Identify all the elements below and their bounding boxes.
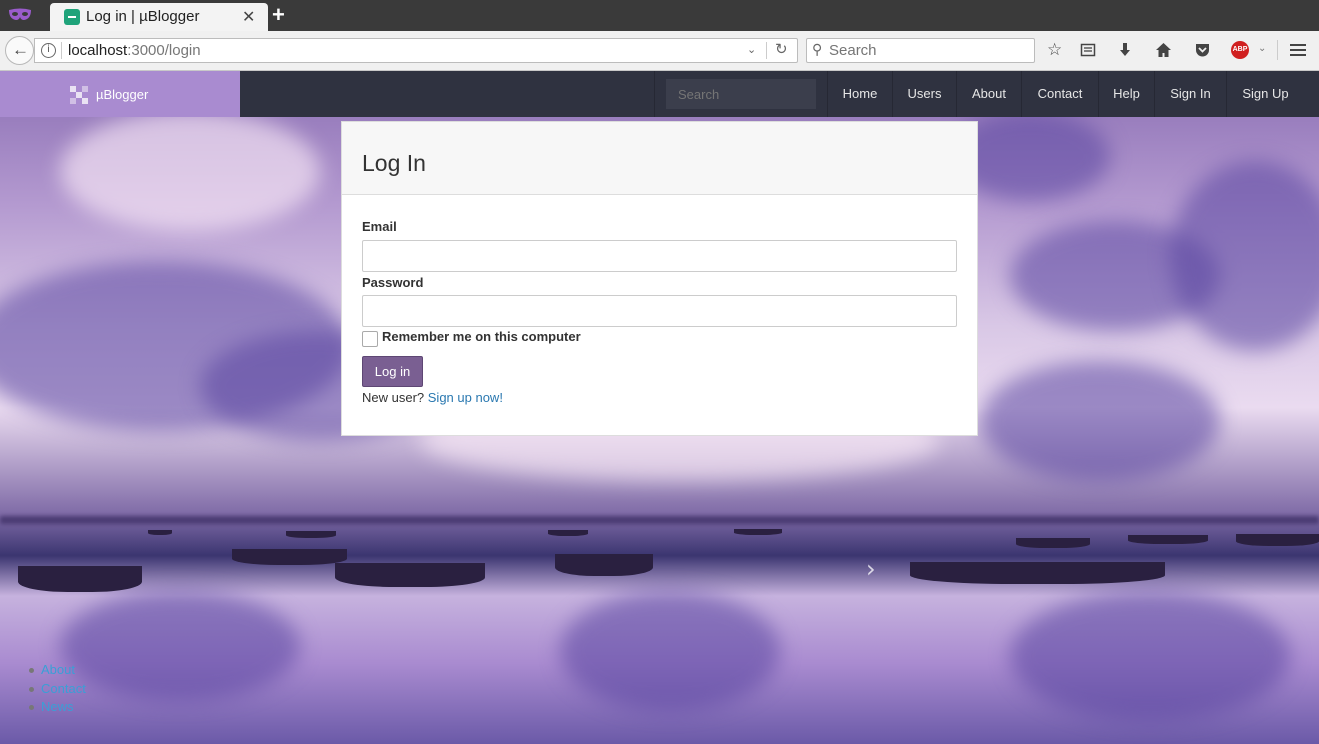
nav-help[interactable]: Help [1098,71,1154,117]
nav-home[interactable]: Home [827,71,892,117]
reader-view-icon[interactable] [1080,42,1096,58]
nav-sign-in[interactable]: Sign In [1154,71,1226,117]
site-navbar: µBlogger Home Users About Contact Help S… [0,71,1319,117]
login-button[interactable]: Log in [362,356,423,387]
back-arrow-icon: ← [12,40,29,59]
browser-tab-strip: Log in | µBlogger ✕ + [0,0,1319,31]
adblock-chevron-down-icon[interactable]: ⌄ [1258,43,1266,54]
new-tab-button[interactable]: + [272,2,285,28]
adblock-icon[interactable]: ABP [1231,41,1249,59]
tab-close-icon[interactable]: ✕ [242,7,255,27]
reload-icon[interactable]: ↻ [775,40,788,58]
url-path: :3000/login [127,42,201,59]
site-favicon-icon [64,9,80,25]
page-title: Log In [362,150,426,176]
remember-me-label[interactable]: Remember me on this computer [382,329,581,344]
browser-toolbar: ← i localhost:3000/login ⌄ ↻ ⚲ ☆ ABP ⌄ [0,31,1319,71]
email-label: Email [362,219,397,234]
url-host: localhost [68,42,128,59]
footer-link-news[interactable]: News [29,699,86,718]
private-mask-icon [9,8,31,20]
new-user-prompt: New user? Sign up now! [362,390,503,405]
browser-search-input[interactable] [829,41,1029,60]
site-viewport: µBlogger Home Users About Contact Help S… [0,71,1319,744]
hamburger-menu-icon[interactable] [1290,43,1306,57]
remember-me-checkbox[interactable] [362,331,378,347]
login-panel-header: Log In [342,122,977,195]
site-search-input[interactable] [666,79,816,109]
footer-link-about[interactable]: About [29,662,86,681]
brand-link[interactable]: µBlogger [0,71,240,117]
password-label: Password [362,275,424,290]
new-user-text: New user? [362,390,425,405]
footer-link-contact[interactable]: Contact [29,681,86,700]
tab-title: Log in | µBlogger [86,8,200,25]
browser-search-bar[interactable]: ⚲ [806,38,1035,63]
browser-tab-active[interactable]: Log in | µBlogger ✕ [50,3,268,31]
password-field[interactable] [362,295,957,327]
nav-users[interactable]: Users [892,71,956,117]
url-history-chevron-down-icon[interactable]: ⌄ [747,43,756,56]
search-icon: ⚲ [812,42,823,58]
divider [61,42,62,59]
nav-sign-up[interactable]: Sign Up [1226,71,1304,117]
footer-links: About Contact News [29,662,86,718]
nav-search [654,71,827,117]
info-icon[interactable]: i [41,43,56,58]
pocket-icon[interactable] [1194,42,1211,58]
bookmark-star-icon[interactable]: ☆ [1047,39,1062,61]
address-bar[interactable]: i localhost:3000/login ⌄ ↻ [34,38,798,63]
nav-about[interactable]: About [956,71,1021,117]
email-field[interactable] [362,240,957,272]
brand-logo-icon [70,86,88,104]
login-panel: Log In Email Password Remember me on thi… [341,121,978,436]
divider [1277,40,1278,60]
carousel-next-chevron-icon[interactable]: › [866,555,876,583]
divider [766,42,767,59]
home-icon[interactable] [1155,42,1172,58]
url-text[interactable]: localhost:3000/login [68,42,201,59]
brand-name: µBlogger [96,87,149,102]
download-icon[interactable] [1117,42,1133,58]
sign-up-link[interactable]: Sign up now! [428,390,503,405]
back-button[interactable]: ← [5,36,34,65]
nav-contact[interactable]: Contact [1021,71,1098,117]
